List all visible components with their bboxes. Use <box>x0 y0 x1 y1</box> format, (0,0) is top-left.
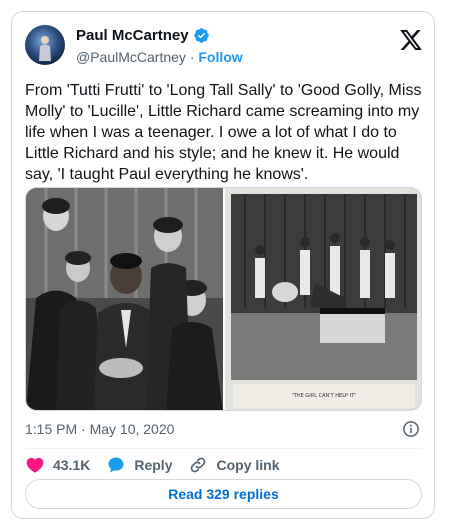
tweet-media[interactable]: "THE GIRL CAN'T HELP IT" <box>25 187 422 411</box>
x-logo-icon[interactable] <box>400 30 422 50</box>
author-handle-row: @PaulMcCartney · Follow <box>76 48 243 67</box>
avatar-figure-icon <box>39 36 51 61</box>
reply-button[interactable]: Reply <box>106 455 172 475</box>
tweet-card: Paul McCartney @PaulMcCartney · Follow F… <box>11 11 435 519</box>
reply-icon <box>108 457 124 473</box>
media-caption-strip: "THE GIRL CAN'T HELP IT" <box>292 393 357 399</box>
verified-badge-icon <box>193 28 209 43</box>
copy-link-button[interactable]: Copy link <box>188 455 280 475</box>
copy-link-label: Copy link <box>216 457 280 473</box>
tweet-actions: 43.1K Reply Copy link <box>25 454 296 476</box>
like-count: 43.1K <box>53 457 91 473</box>
author-names: Paul McCartney @PaulMcCartney · Follow <box>76 26 243 67</box>
info-icon[interactable] <box>402 420 420 438</box>
divider <box>25 448 422 449</box>
follow-button[interactable]: Follow <box>198 49 242 65</box>
avatar[interactable] <box>25 25 65 65</box>
photo-beatles-with-little-richard[interactable] <box>26 188 223 411</box>
tweet-timestamp[interactable]: 1:15 PM · May 10, 2020 <box>25 420 174 438</box>
handle-separator: · <box>189 49 195 65</box>
tweet-header: Paul McCartney @PaulMcCartney · Follow <box>25 24 422 68</box>
author-display-name-row: Paul McCartney <box>76 26 243 45</box>
link-icon <box>191 457 206 473</box>
tweet-text: From 'Tutti Frutti' to 'Long Tall Sally'… <box>25 82 422 183</box>
heart-icon <box>26 457 44 473</box>
author-handle[interactable]: @PaulMcCartney <box>76 49 186 65</box>
photo-little-richard-performance[interactable]: "THE GIRL CAN'T HELP IT" <box>225 188 422 411</box>
like-button[interactable]: 43.1K <box>25 455 90 475</box>
reply-label: Reply <box>134 457 173 473</box>
author-display-name[interactable]: Paul McCartney <box>76 26 189 45</box>
read-replies-button[interactable]: Read 329 replies <box>25 479 422 509</box>
